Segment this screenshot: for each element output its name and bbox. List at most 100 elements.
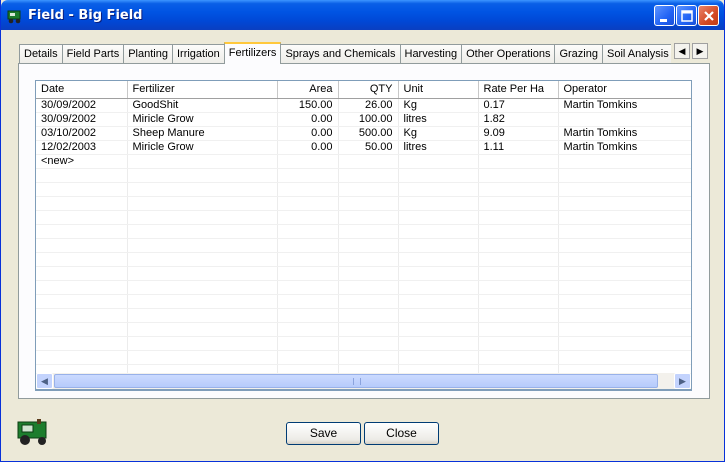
empty-cell[interactable] <box>338 154 399 169</box>
cell-date[interactable]: 30/09/2002 <box>36 98 128 113</box>
empty-cell <box>478 196 559 211</box>
cell-unit[interactable]: Kg <box>398 126 479 141</box>
cell-qty[interactable]: 50.00 <box>338 140 399 155</box>
new-row-label[interactable]: <new> <box>36 154 128 169</box>
tractor-icon <box>17 419 47 445</box>
empty-cell <box>398 196 479 211</box>
close-window-button[interactable] <box>698 5 719 26</box>
table-row[interactable]: 30/09/2002 Miricle Grow 0.00 100.00 litres 1.… <box>36 112 691 127</box>
cell-fertilizer[interactable]: Miricle Grow <box>127 140 278 155</box>
column-header-fertilizer[interactable]: Fertilizer <box>127 81 278 99</box>
column-header-area[interactable]: Area <box>277 81 339 99</box>
cell-date[interactable]: 30/09/2002 <box>36 112 128 127</box>
empty-cell[interactable] <box>558 154 691 169</box>
cell-date[interactable]: 12/02/2003 <box>36 140 128 155</box>
cell-operator[interactable]: Martin Tomkins <box>558 126 691 141</box>
empty-cell <box>277 196 339 211</box>
cell-area[interactable]: 0.00 <box>277 112 339 127</box>
tab-planting[interactable]: Planting <box>123 44 173 64</box>
empty-cell <box>36 210 128 225</box>
empty-cell <box>277 238 339 253</box>
cell-qty[interactable]: 500.00 <box>338 126 399 141</box>
empty-cell <box>36 252 128 267</box>
cell-area[interactable]: 150.00 <box>277 98 339 113</box>
cell-area[interactable]: 0.00 <box>277 126 339 141</box>
empty-cell <box>558 336 691 351</box>
cell-rate[interactable]: 0.17 <box>478 98 559 113</box>
empty-cell <box>127 308 278 323</box>
fertilizers-grid[interactable]: Date Fertilizer Area QTY Unit Rate Per Ha Oper… <box>35 80 692 391</box>
empty-cell <box>478 182 559 197</box>
table-row[interactable]: 03/10/2002 Sheep Manure 0.00 500.00 Kg 9.09 Ma… <box>36 126 691 141</box>
empty-cell <box>277 294 339 309</box>
tab-harvesting[interactable]: Harvesting <box>399 44 463 64</box>
empty-cell <box>478 350 559 365</box>
new-row[interactable]: <new> <box>36 154 691 169</box>
scroll-right-button[interactable]: ▶ <box>674 373 691 389</box>
tab-details[interactable]: Details <box>19 44 63 64</box>
cell-rate[interactable]: 1.82 <box>478 112 559 127</box>
empty-row <box>36 168 691 183</box>
empty-row <box>36 308 691 323</box>
title-bar[interactable]: Field - Big Field <box>1 0 724 30</box>
field-window: Field - Big Field Details Field Parts Plan… <box>0 0 725 462</box>
empty-cell <box>127 336 278 351</box>
empty-cell <box>277 252 339 267</box>
table-row[interactable]: 30/09/2002 GoodShit 150.00 26.00 Kg 0.17 Marti… <box>36 98 691 113</box>
cell-area[interactable]: 0.00 <box>277 140 339 155</box>
cell-unit[interactable]: litres <box>398 112 479 127</box>
tab-scroll-right-button[interactable]: ▶ <box>692 43 708 59</box>
cell-qty[interactable]: 26.00 <box>338 98 399 113</box>
column-header-date[interactable]: Date <box>36 81 128 99</box>
cell-operator[interactable] <box>558 112 691 127</box>
cell-fertilizer[interactable]: Sheep Manure <box>127 126 278 141</box>
cell-operator[interactable]: Martin Tomkins <box>558 98 691 113</box>
maximize-button[interactable] <box>676 5 697 26</box>
table-row[interactable]: 12/02/2003 Miricle Grow 0.00 50.00 litres 1.1… <box>36 140 691 155</box>
cell-date[interactable]: 03/10/2002 <box>36 126 128 141</box>
empty-cell[interactable] <box>478 154 559 169</box>
cell-fertilizer[interactable]: Miricle Grow <box>127 112 278 127</box>
empty-cell <box>558 168 691 183</box>
empty-cell <box>478 280 559 295</box>
tab-fertilizers[interactable]: Fertilizers <box>223 42 282 64</box>
empty-cell <box>36 294 128 309</box>
close-button[interactable]: Close <box>364 422 439 445</box>
minimize-button[interactable] <box>654 5 675 26</box>
empty-cell[interactable] <box>277 154 339 169</box>
empty-cell <box>338 252 399 267</box>
tab-soil-analysis[interactable]: Soil Analysis <box>601 44 671 64</box>
scroll-thumb[interactable] <box>54 374 658 388</box>
column-header-rate-per-ha[interactable]: Rate Per Ha <box>478 81 559 99</box>
column-header-operator[interactable]: Operator <box>558 81 691 99</box>
cell-operator[interactable]: Martin Tomkins <box>558 140 691 155</box>
empty-cell <box>338 168 399 183</box>
empty-cell <box>478 168 559 183</box>
cell-rate[interactable]: 1.11 <box>478 140 559 155</box>
tab-sprays-and-chemicals[interactable]: Sprays and Chemicals <box>280 44 401 64</box>
empty-cell <box>277 168 339 183</box>
tab-irrigation[interactable]: Irrigation <box>171 44 225 64</box>
tab-grazing[interactable]: Grazing <box>554 44 603 64</box>
empty-cell <box>36 224 128 239</box>
tab-other-operations[interactable]: Other Operations <box>461 44 556 64</box>
scroll-left-button[interactable]: ◀ <box>36 373 53 389</box>
cell-fertilizer[interactable]: GoodShit <box>127 98 278 113</box>
column-header-unit[interactable]: Unit <box>398 81 479 99</box>
empty-cell <box>338 196 399 211</box>
empty-cell <box>338 224 399 239</box>
empty-cell <box>36 196 128 211</box>
horizontal-scrollbar[interactable]: ◀ ▶ <box>35 373 692 390</box>
cell-qty[interactable]: 100.00 <box>338 112 399 127</box>
tab-field-parts[interactable]: Field Parts <box>61 44 125 64</box>
cell-unit[interactable]: litres <box>398 140 479 155</box>
column-header-qty[interactable]: QTY <box>338 81 399 99</box>
empty-cell[interactable] <box>127 154 278 169</box>
cell-rate[interactable]: 9.09 <box>478 126 559 141</box>
tab-scroll-left-button[interactable]: ◀ <box>674 43 690 59</box>
empty-cell <box>36 266 128 281</box>
empty-cell[interactable] <box>398 154 479 169</box>
cell-unit[interactable]: Kg <box>398 98 479 113</box>
empty-cell <box>127 350 278 365</box>
save-button[interactable]: Save <box>286 422 361 445</box>
